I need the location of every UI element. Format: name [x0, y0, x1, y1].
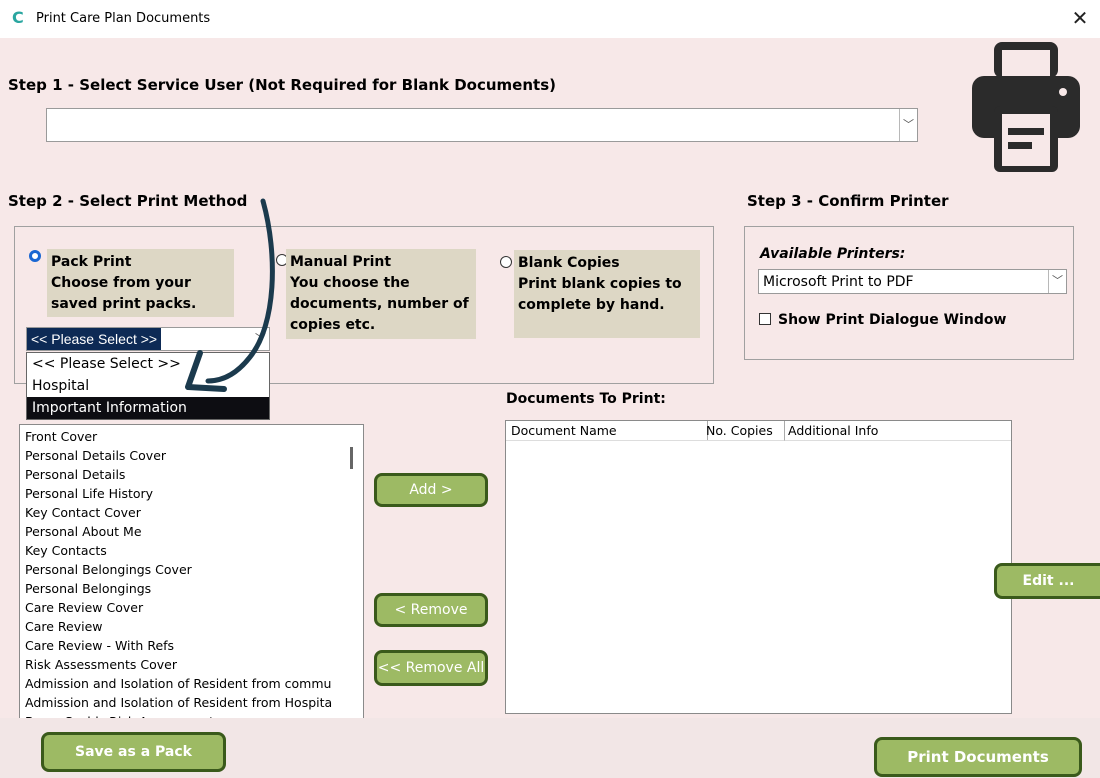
- column-header-no-copies[interactable]: No. Copies: [703, 421, 785, 441]
- close-icon[interactable]: ✕: [1070, 6, 1090, 30]
- list-item[interactable]: Personal Details Cover: [20, 446, 363, 465]
- add-button[interactable]: Add >: [374, 473, 488, 507]
- chevron-down-icon[interactable]: ﹀: [1048, 270, 1066, 293]
- list-item[interactable]: Front Cover: [20, 427, 363, 446]
- list-item[interactable]: Admission and Isolation of Resident from…: [20, 674, 363, 693]
- remove-all-button[interactable]: << Remove All: [374, 650, 488, 686]
- option-manual-print-label: Manual Print: [290, 254, 392, 270]
- list-item[interactable]: Risk Assessments Cover: [20, 655, 363, 674]
- chevron-down-icon[interactable]: ﹀: [899, 109, 917, 141]
- option-blank-copies-label: Blank Copies: [518, 255, 620, 271]
- documents-to-print-table[interactable]: Document Name No. Copies Additional Info: [505, 420, 1012, 714]
- step1-heading: Step 1 - Select Service User (Not Requir…: [8, 76, 556, 94]
- list-item[interactable]: Personal Belongings: [20, 579, 363, 598]
- edit-button[interactable]: Edit ...: [994, 563, 1100, 599]
- curved-arrow-annotation: [185, 198, 275, 392]
- list-item[interactable]: Personal Life History: [20, 484, 363, 503]
- step3-heading: Step 3 - Confirm Printer: [747, 192, 949, 210]
- list-item[interactable]: Admission and Isolation of Resident from…: [20, 693, 363, 712]
- printer-icon: [972, 42, 1080, 172]
- printer-select-value: Microsoft Print to PDF: [763, 274, 914, 290]
- app-logo-icon: C: [12, 8, 24, 27]
- option-manual-print-desc: You choose the documents, number of copi…: [290, 275, 469, 333]
- list-item[interactable]: Key Contact Cover: [20, 503, 363, 522]
- remove-button[interactable]: < Remove: [374, 593, 488, 627]
- option-blank-copies-desc: Print blank copies to complete by hand.: [518, 276, 682, 313]
- available-printers-label: Available Printers:: [760, 246, 906, 262]
- window-title: Print Care Plan Documents: [36, 11, 211, 26]
- option-manual-print[interactable]: Manual Print You choose the documents, n…: [286, 249, 476, 339]
- list-item[interactable]: Personal Belongings Cover: [20, 560, 363, 579]
- show-dialog-label: Show Print Dialogue Window: [778, 312, 1007, 328]
- radio-blank-copies[interactable]: [500, 256, 512, 268]
- print-documents-button[interactable]: Print Documents: [874, 737, 1082, 777]
- list-item[interactable]: Personal Details: [20, 465, 363, 484]
- list-item[interactable]: Care Review: [20, 617, 363, 636]
- list-item[interactable]: Key Contacts: [20, 541, 363, 560]
- printer-select[interactable]: Microsoft Print to PDF ﹀: [758, 269, 1067, 294]
- documents-listbox[interactable]: Front Cover Personal Details Cover Persona…: [19, 424, 364, 719]
- list-item[interactable]: Care Review - With Refs: [20, 636, 363, 655]
- column-header-additional-info[interactable]: Additional Info: [785, 421, 1011, 441]
- documents-to-print-heading: Documents To Print:: [506, 391, 666, 407]
- column-header-document-name[interactable]: Document Name: [506, 421, 708, 441]
- pack-select-value: << Please Select >>: [27, 328, 162, 350]
- scrollbar-thumb[interactable]: [350, 447, 353, 469]
- radio-pack-print[interactable]: [29, 250, 41, 262]
- show-dialog-checkbox[interactable]: [759, 313, 771, 325]
- option-blank-copies[interactable]: Blank Copies Print blank copies to compl…: [514, 250, 700, 338]
- service-user-select[interactable]: ﹀: [46, 108, 918, 142]
- save-as-pack-button[interactable]: Save as a Pack: [41, 732, 226, 772]
- list-item[interactable]: Care Review Cover: [20, 598, 363, 617]
- list-item[interactable]: Personal About Me: [20, 522, 363, 541]
